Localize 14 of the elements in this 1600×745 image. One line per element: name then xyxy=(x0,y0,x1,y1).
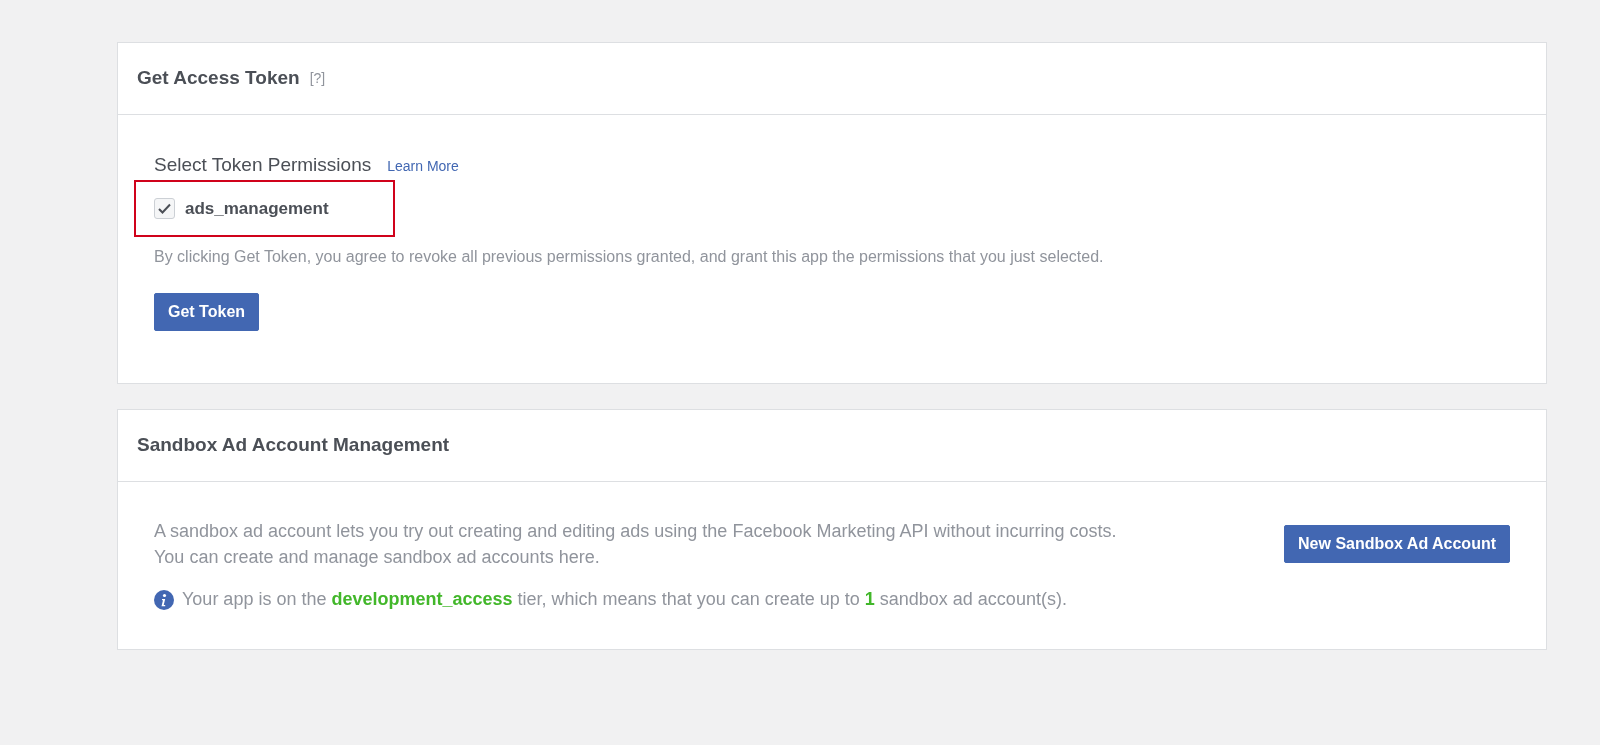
description-text: A sandbox ad account lets you try out creating and editing ads using the Facebook Marketing API without incurring costs. You can create and manage sandbox ad accounts here. xyxy=(154,520,1118,570)
get-token-button[interactable]: Get Token xyxy=(154,293,260,331)
checkbox[interactable] xyxy=(154,197,175,219)
check-icon xyxy=(158,202,171,214)
info-icon xyxy=(154,589,174,610)
learn-more-link[interactable]: Learn More xyxy=(387,156,459,177)
info-text: Your app is on the development_access tier, which means that you can create up to 1 sandbox ad account(s). xyxy=(182,588,1067,612)
permission-label: ads_management xyxy=(185,197,329,220)
panel-title: Sandbox Ad Account Management xyxy=(137,433,450,458)
new-sandbox-account-button[interactable]: New Sandbox Ad Account xyxy=(1284,525,1510,564)
section-title: Select Token Permissions xyxy=(154,153,372,177)
notice-text: By clicking Get Token, you agree to revoke all previous permissions granted, and grant this app the permissions that you just selected. xyxy=(154,247,1105,267)
help-link[interactable]: [?] xyxy=(309,68,326,89)
panel-title: Get Access Token xyxy=(137,66,300,91)
